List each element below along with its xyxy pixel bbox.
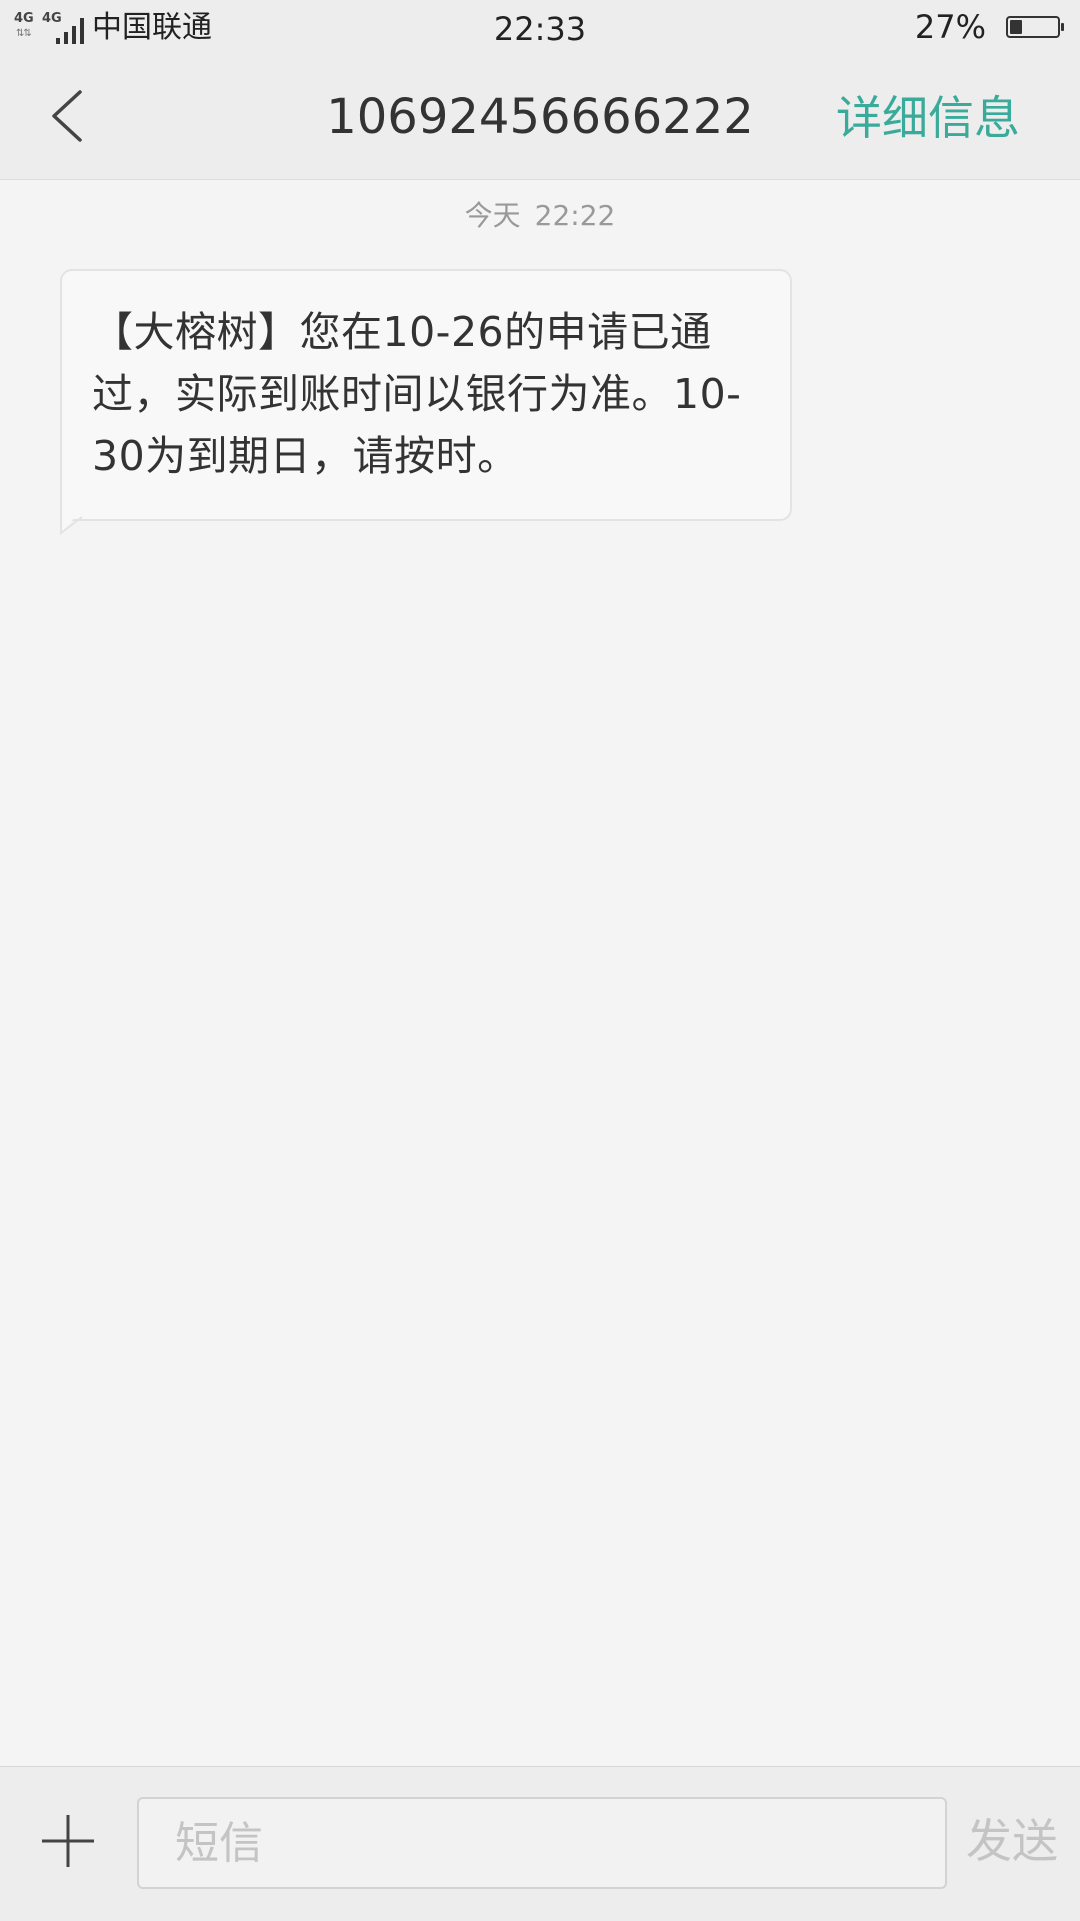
timestamp-time: 22:22 <box>534 199 616 232</box>
chevron-left-icon <box>52 90 82 142</box>
back-button[interactable] <box>40 86 100 146</box>
message-timestamp: 今天 22:22 <box>0 199 1080 233</box>
message-input[interactable] <box>137 1797 947 1889</box>
plus-icon <box>42 1815 94 1867</box>
conversation-header: 10692456666222 详细信息 <box>0 58 1080 180</box>
timestamp-day: 今天 <box>464 199 521 232</box>
battery-icon <box>1006 16 1064 38</box>
add-attachment-button[interactable] <box>38 1811 98 1871</box>
details-button[interactable]: 详细信息 <box>836 90 1020 146</box>
battery-fill <box>1010 20 1022 34</box>
status-bar: 4G 4G ⇅⇅ 中国联通 22:33 27% <box>0 0 1080 58</box>
incoming-message-bubble[interactable]: 【大榕树】您在10-26的申请已通过，实际到账时间以银行为准。10-30为到期日… <box>60 269 792 521</box>
compose-bar: 发送 <box>0 1766 1080 1921</box>
bubble-tail <box>60 509 83 535</box>
send-button[interactable]: 发送 <box>966 1811 1058 1871</box>
message-text: 【大榕树】您在10-26的申请已通过，实际到账时间以银行为准。10-30为到期日… <box>92 308 742 480</box>
battery-percentage: 27% <box>914 8 986 46</box>
